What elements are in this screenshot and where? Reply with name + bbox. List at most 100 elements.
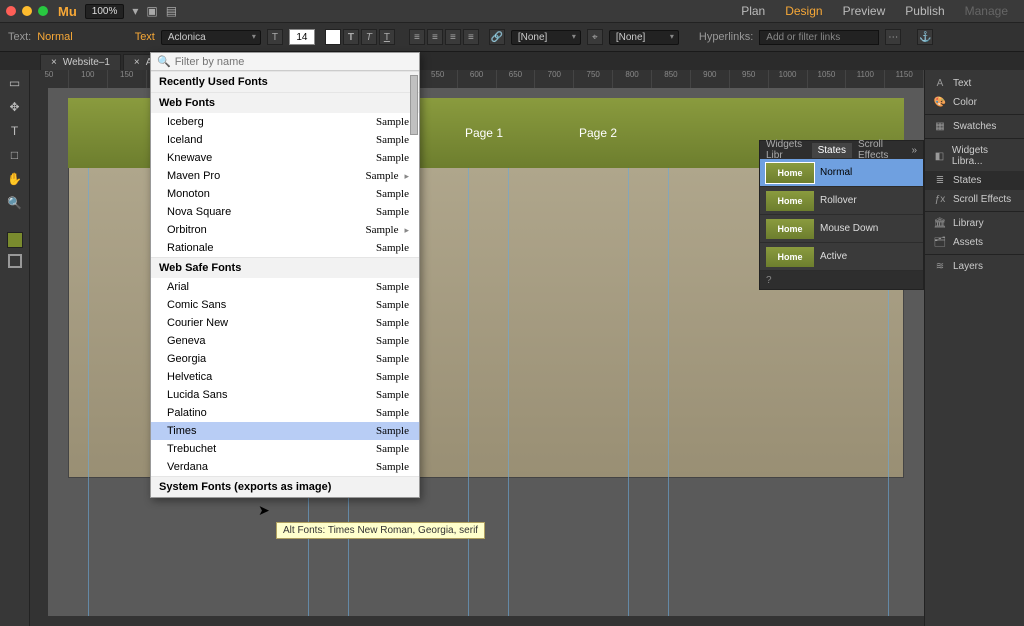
- horizontal-scrollbar[interactable]: [48, 616, 924, 626]
- font-row-trebuchet[interactable]: TrebuchetSample: [151, 440, 419, 458]
- font-name: Iceberg: [167, 116, 204, 128]
- font-filter-input[interactable]: [175, 56, 413, 68]
- panel-item-layers[interactable]: ≋Layers: [925, 257, 1024, 276]
- font-row-iceberg[interactable]: IcebergSample: [151, 113, 419, 131]
- font-row-monoton[interactable]: MonotonSample: [151, 185, 419, 203]
- bold-icon[interactable]: T: [343, 29, 359, 45]
- anchor-icon[interactable]: ⚓: [917, 29, 933, 45]
- state-row-rollover[interactable]: HomeRollover: [760, 187, 923, 215]
- panel-icon: ▦: [933, 121, 947, 132]
- tab-design[interactable]: Design: [785, 4, 822, 18]
- nav-item-page1[interactable]: Page 1: [457, 122, 511, 144]
- ruler-vertical: [30, 88, 48, 626]
- hyperlink-options-icon[interactable]: ⋯: [885, 29, 901, 45]
- tab-plan[interactable]: Plan: [741, 4, 765, 18]
- states-tab-widgets-libr[interactable]: Widgets Libr: [760, 137, 812, 163]
- font-row-rationale[interactable]: RationaleSample: [151, 239, 419, 257]
- font-row-times[interactable]: TimesSample: [151, 422, 419, 440]
- state-row-mouse-down[interactable]: HomeMouse Down: [760, 215, 923, 243]
- dropdown-icon[interactable]: ▾: [132, 4, 138, 18]
- font-name: Orbitron: [167, 224, 207, 236]
- states-tab-scroll-effects[interactable]: Scroll Effects: [852, 137, 905, 163]
- rect-tool[interactable]: □: [6, 146, 24, 164]
- panel-item-assets[interactable]: 🗂Assets: [925, 233, 1024, 252]
- hand-tool[interactable]: ✋: [6, 170, 24, 188]
- zoom-level[interactable]: 100%: [85, 4, 125, 19]
- font-row-georgia[interactable]: GeorgiaSample: [151, 350, 419, 368]
- close-window-button[interactable]: [6, 6, 16, 16]
- text-panel-button[interactable]: Text: [135, 31, 155, 43]
- font-name: Geneva: [167, 335, 206, 347]
- stroke-swatch[interactable]: [8, 254, 22, 268]
- panel-label: Assets: [953, 237, 983, 248]
- close-icon[interactable]: ×: [51, 57, 57, 68]
- link-style-combo[interactable]: [None]: [511, 30, 581, 45]
- align-center-icon[interactable]: ≡: [427, 29, 443, 45]
- states-tabs-overflow[interactable]: »: [905, 143, 923, 158]
- font-sample: Sample: [376, 425, 409, 437]
- font-row-comic-sans[interactable]: Comic SansSample: [151, 296, 419, 314]
- panel-item-text[interactable]: AText: [925, 74, 1024, 93]
- font-row-palatino[interactable]: PalatinoSample: [151, 404, 419, 422]
- italic-icon[interactable]: T: [361, 29, 377, 45]
- target-combo[interactable]: [None]: [609, 30, 679, 45]
- close-icon[interactable]: ×: [134, 57, 140, 68]
- underline-icon[interactable]: T: [379, 29, 395, 45]
- align-left-icon[interactable]: ≡: [409, 29, 425, 45]
- font-row-knewave[interactable]: KnewaveSample: [151, 149, 419, 167]
- align-right-icon[interactable]: ≡: [445, 29, 461, 45]
- panel-label: Widgets Libra...: [952, 145, 1016, 167]
- help-icon[interactable]: ?: [766, 275, 772, 286]
- align-justify-icon[interactable]: ≡: [463, 29, 479, 45]
- tab-preview[interactable]: Preview: [843, 4, 886, 18]
- maximize-window-button[interactable]: [38, 6, 48, 16]
- state-row-active[interactable]: HomeActive: [760, 243, 923, 271]
- hyperlinks-input[interactable]: Add or filter links: [759, 30, 879, 45]
- link-icon[interactable]: 🔗: [489, 29, 505, 45]
- font-row-geneva[interactable]: GenevaSample: [151, 332, 419, 350]
- state-row-normal[interactable]: HomeNormal: [760, 159, 923, 187]
- doc-tab-website1[interactable]: ×Website–1: [40, 54, 121, 70]
- nav-item-page2[interactable]: Page 2: [571, 122, 625, 144]
- panel-item-scroll-effects[interactable]: ƒxScroll Effects: [925, 190, 1024, 209]
- font-row-orbitron[interactable]: OrbitronSample▸: [151, 221, 419, 239]
- panel-item-widgets-libra-[interactable]: ◧Widgets Libra...: [925, 141, 1024, 171]
- panel-icon: ƒx: [933, 194, 947, 205]
- crop-tool[interactable]: ✥: [6, 98, 24, 116]
- font-sample: Sample: [376, 461, 409, 473]
- font-row-helvetica[interactable]: HelveticaSample: [151, 368, 419, 386]
- font-dropdown: 🔍 Recently Used FontsWeb FontsIcebergSam…: [150, 52, 420, 498]
- minimize-window-button[interactable]: [22, 6, 32, 16]
- toolbar-tool-1[interactable]: ▣: [146, 4, 157, 18]
- states-tab-states[interactable]: States: [812, 143, 852, 158]
- font-row-arial[interactable]: ArialSample: [151, 278, 419, 296]
- state-thumbnail: Home: [766, 219, 814, 239]
- zoom-tool[interactable]: 🔍: [6, 194, 24, 212]
- toolbar-tool-2[interactable]: ▤: [166, 4, 177, 18]
- selection-tool[interactable]: ▭: [6, 74, 24, 92]
- font-row-iceland[interactable]: IcelandSample: [151, 131, 419, 149]
- font-name: Georgia: [167, 353, 206, 365]
- font-row-verdana[interactable]: Verdana Sample: [151, 458, 419, 476]
- tab-publish[interactable]: Publish: [905, 4, 944, 18]
- text-tool[interactable]: T: [6, 122, 24, 140]
- font-family-combo[interactable]: Aclonica: [161, 30, 261, 45]
- font-size-input[interactable]: [289, 29, 315, 45]
- fill-swatch[interactable]: [7, 232, 23, 248]
- font-name: Verdana: [167, 461, 208, 473]
- font-sample: Sample: [376, 299, 409, 311]
- font-row-lucida-sans[interactable]: Lucida SansSample: [151, 386, 419, 404]
- color-fill-icon[interactable]: [325, 29, 341, 45]
- panel-item-states[interactable]: ≣States: [925, 171, 1024, 190]
- text-state[interactable]: Normal: [37, 31, 72, 43]
- font-row-courier-new[interactable]: Courier NewSample: [151, 314, 419, 332]
- panel-item-swatches[interactable]: ▦ Swatches: [925, 117, 1024, 136]
- font-row-nova-square[interactable]: Nova SquareSample: [151, 203, 419, 221]
- panel-item-color[interactable]: 🎨Color: [925, 93, 1024, 112]
- panel-label: Swatches: [953, 121, 996, 132]
- panel-item-library[interactable]: 🏛Library: [925, 214, 1024, 233]
- tab-manage[interactable]: Manage: [965, 4, 1008, 18]
- font-row-maven-pro[interactable]: Maven ProSample▸: [151, 167, 419, 185]
- target-icon[interactable]: ⌖: [587, 29, 603, 45]
- scrollbar-thumb[interactable]: [410, 75, 418, 135]
